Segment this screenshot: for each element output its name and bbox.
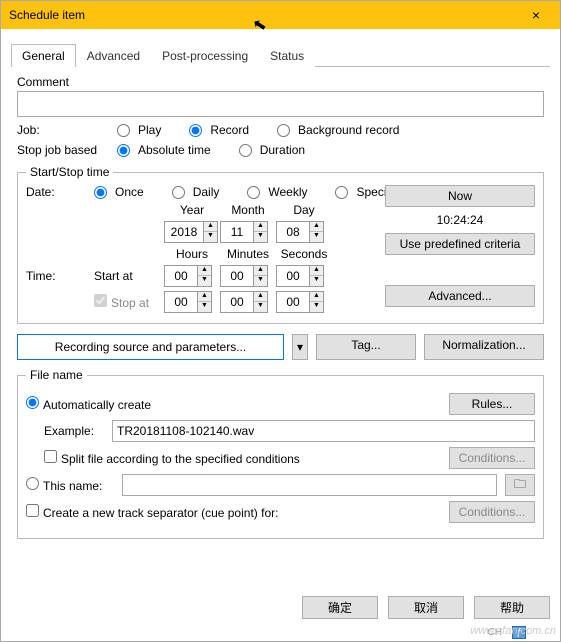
comment-label: Comment: [17, 75, 544, 89]
cancel-button[interactable]: 取消: [388, 596, 464, 619]
hdr-hours: Hours: [164, 247, 220, 261]
start-seconds-stepper[interactable]: ▲▼: [276, 265, 324, 287]
ime-indicator: CH: [488, 627, 502, 638]
tab-status[interactable]: Status: [259, 44, 315, 67]
hdr-minutes: Minutes: [220, 247, 276, 261]
stop-at-checkbox[interactable]: Stop at: [94, 294, 164, 310]
rules-button[interactable]: Rules...: [449, 393, 535, 415]
spin-down-icon[interactable]: ▼: [204, 232, 217, 242]
example-input[interactable]: [112, 420, 535, 442]
chevron-down-icon: ▾: [297, 340, 303, 354]
cue-conditions-button[interactable]: Conditions...: [449, 501, 535, 523]
file-name-legend: File name: [26, 368, 87, 382]
freq-daily-radio[interactable]: Daily: [172, 185, 220, 199]
job-label: Job:: [17, 123, 117, 137]
normalization-button[interactable]: Normalization...: [424, 334, 544, 360]
hdr-seconds: Seconds: [276, 247, 332, 261]
stop-duration-radio[interactable]: Duration: [239, 143, 305, 157]
auto-create-radio[interactable]: Automatically create: [26, 396, 441, 412]
recording-source-button[interactable]: Recording source and parameters...: [17, 334, 284, 360]
title-bar: Schedule item ×: [1, 1, 560, 29]
split-file-checkbox[interactable]: Split file according to the specified co…: [44, 450, 441, 466]
browse-button[interactable]: 🗀: [505, 474, 535, 496]
freq-weekly-radio[interactable]: Weekly: [247, 185, 307, 199]
start-stop-legend: Start/Stop time: [26, 165, 113, 179]
folder-icon: 🗀: [514, 475, 526, 496]
this-name-radio[interactable]: This name:: [26, 477, 114, 493]
stop-seconds-stepper[interactable]: ▲▼: [276, 291, 324, 313]
predefined-criteria-button[interactable]: Use predefined criteria: [385, 233, 535, 255]
hdr-year: Year: [164, 203, 220, 217]
start-minutes-stepper[interactable]: ▲▼: [220, 265, 268, 287]
example-label: Example:: [44, 424, 104, 438]
ok-button[interactable]: 确定: [302, 596, 378, 619]
date-label: Date:: [26, 185, 94, 199]
tag-button[interactable]: Tag...: [316, 334, 416, 360]
time-label: Time:: [26, 269, 94, 283]
dialog-footer: 确定 取消 帮助: [302, 596, 550, 619]
start-at-label: Start at: [94, 269, 164, 283]
job-bgrecord-radio[interactable]: Background record: [277, 123, 399, 137]
clock-display: 10:24:24: [437, 213, 484, 227]
start-stop-fieldset: Start/Stop time Date: Once Daily Weekly …: [17, 165, 544, 324]
recording-source-dropdown[interactable]: ▾: [292, 334, 308, 360]
advanced-button[interactable]: Advanced...: [385, 285, 535, 307]
day-stepper[interactable]: ▲▼: [276, 221, 324, 243]
tab-general[interactable]: General: [11, 44, 76, 67]
comment-input[interactable]: [17, 91, 544, 117]
job-record-radio[interactable]: Record: [189, 123, 249, 137]
tab-strip: General Advanced Post-processing Status: [11, 43, 550, 67]
month-stepper[interactable]: ▲▼: [220, 221, 268, 243]
freq-once-radio[interactable]: Once: [94, 185, 144, 199]
hdr-month: Month: [220, 203, 276, 217]
split-conditions-button[interactable]: Conditions...: [449, 447, 535, 469]
cue-point-checkbox[interactable]: Create a new track separator (cue point)…: [26, 504, 441, 520]
stop-label: Stop job based: [17, 143, 117, 157]
file-name-fieldset: File name Automatically create Rules... …: [17, 368, 544, 539]
start-hours-stepper[interactable]: ▲▼: [164, 265, 212, 287]
spin-up-icon[interactable]: ▲: [204, 222, 217, 232]
stop-hours-stepper[interactable]: ▲▼: [164, 291, 212, 313]
job-play-radio[interactable]: Play: [117, 123, 161, 137]
this-name-input[interactable]: [122, 474, 497, 496]
stop-minutes-stepper[interactable]: ▲▼: [220, 291, 268, 313]
year-stepper[interactable]: ▲▼: [164, 221, 218, 243]
stop-absolute-radio[interactable]: Absolute time: [117, 143, 211, 157]
hdr-day: Day: [276, 203, 332, 217]
tab-advanced[interactable]: Advanced: [76, 44, 151, 67]
tab-post-processing[interactable]: Post-processing: [151, 44, 259, 67]
help-button[interactable]: 帮助: [474, 596, 550, 619]
window-title: Schedule item: [9, 8, 85, 22]
close-icon[interactable]: ×: [516, 1, 556, 29]
ime-pill: ƒ: [512, 626, 526, 639]
now-button[interactable]: Now: [385, 185, 535, 207]
